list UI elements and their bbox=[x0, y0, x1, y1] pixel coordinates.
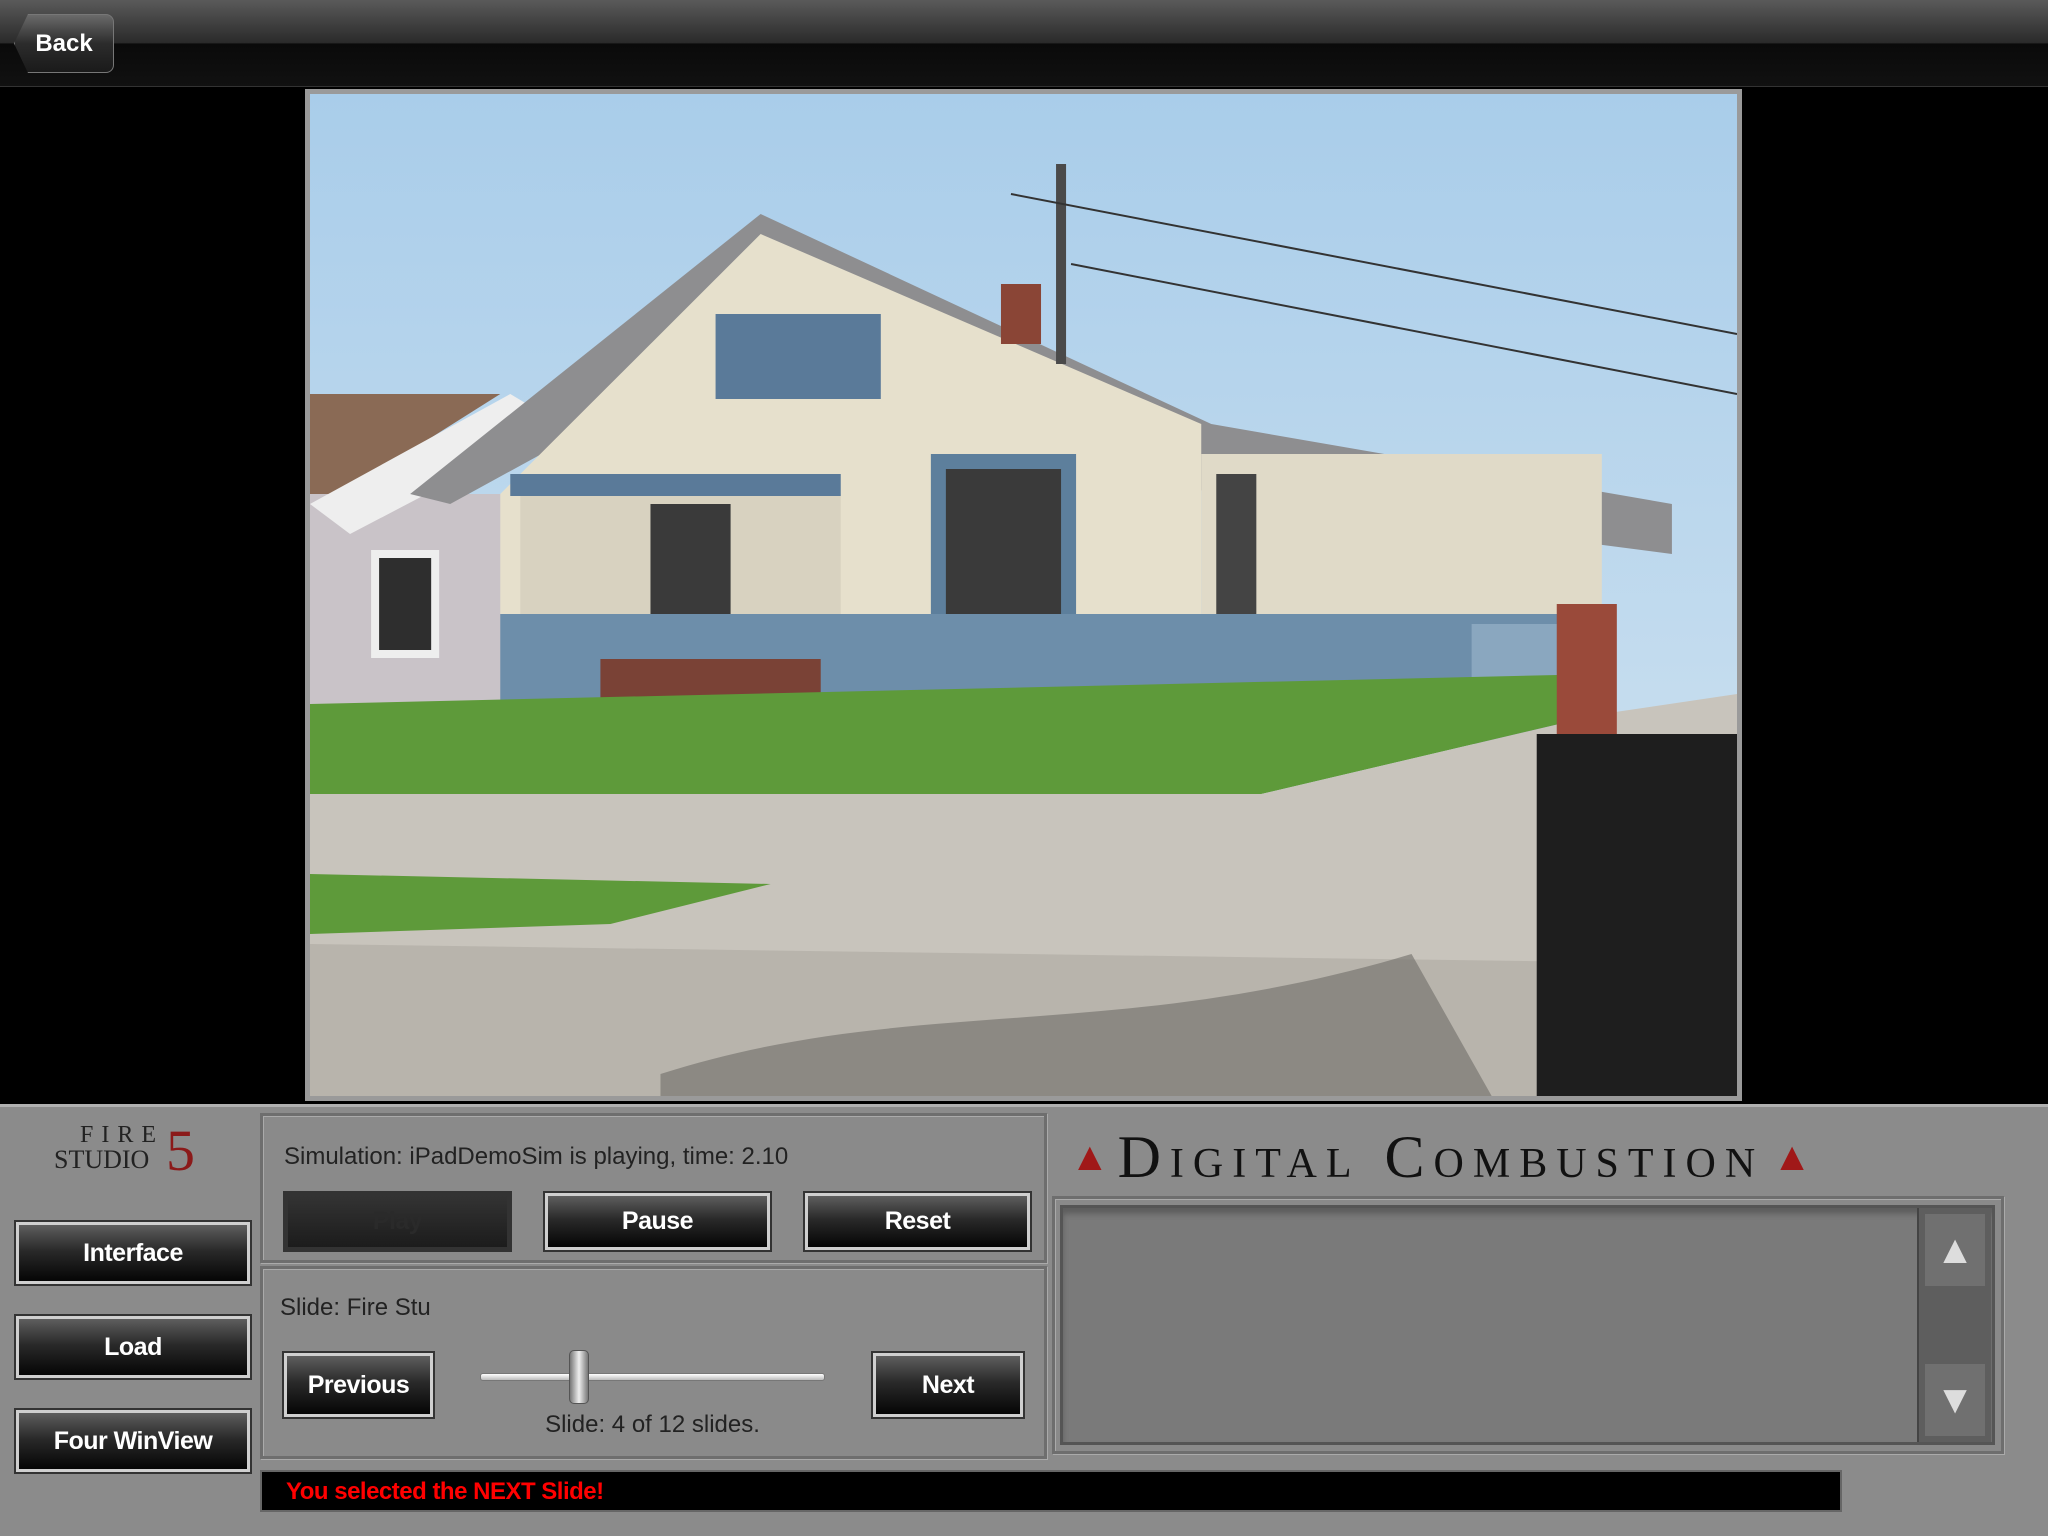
digital-combustion-logo: ▲ Digital Combustion ▲ bbox=[1070, 1124, 2000, 1190]
reset-button[interactable]: Reset bbox=[803, 1191, 1032, 1252]
interface-button[interactable]: Interface bbox=[14, 1220, 252, 1286]
slide-counter-text: Slide: 4 of 12 slides. bbox=[545, 1411, 760, 1438]
play-button[interactable]: Play bbox=[283, 1191, 512, 1252]
fire-studio-5-logo: FIRE STUDIO 5 bbox=[50, 1118, 200, 1183]
brand-title: Digital Combustion bbox=[1117, 1123, 1765, 1190]
flame-icon: ▲ bbox=[1070, 1134, 1110, 1179]
slide-slider-track[interactable] bbox=[480, 1373, 825, 1381]
next-button[interactable]: Next bbox=[871, 1351, 1025, 1419]
svg-text:5: 5 bbox=[166, 1118, 195, 1180]
slide-image-frame bbox=[305, 89, 1742, 1101]
top-navigation-bar: Back bbox=[0, 0, 2048, 87]
previous-button[interactable]: Previous bbox=[282, 1351, 435, 1419]
scroll-up-arrow-icon[interactable]: ▲ bbox=[1925, 1214, 1985, 1286]
load-button[interactable]: Load bbox=[14, 1314, 252, 1380]
message-list[interactable] bbox=[1060, 1205, 1995, 1445]
back-button[interactable]: Back bbox=[14, 14, 114, 73]
slide-slider-thumb[interactable] bbox=[568, 1350, 589, 1404]
flame-icon: ▲ bbox=[1772, 1134, 1812, 1179]
scroll-down-arrow-icon[interactable]: ▼ bbox=[1925, 1364, 1985, 1436]
pause-button[interactable]: Pause bbox=[543, 1191, 772, 1252]
four-winview-button[interactable]: Four WinView bbox=[14, 1408, 252, 1474]
slide-photo-house bbox=[310, 94, 1737, 1096]
list-scrollbar[interactable]: ▲ ▼ bbox=[1917, 1208, 1991, 1442]
simulation-status-text: Simulation: iPadDemoSim is playing, time… bbox=[284, 1143, 789, 1170]
status-message-bar: You selected the NEXT Slide! bbox=[260, 1470, 1842, 1512]
svg-text:STUDIO: STUDIO bbox=[54, 1145, 149, 1174]
slide-name-label: Slide: Fire Stu bbox=[280, 1294, 431, 1321]
